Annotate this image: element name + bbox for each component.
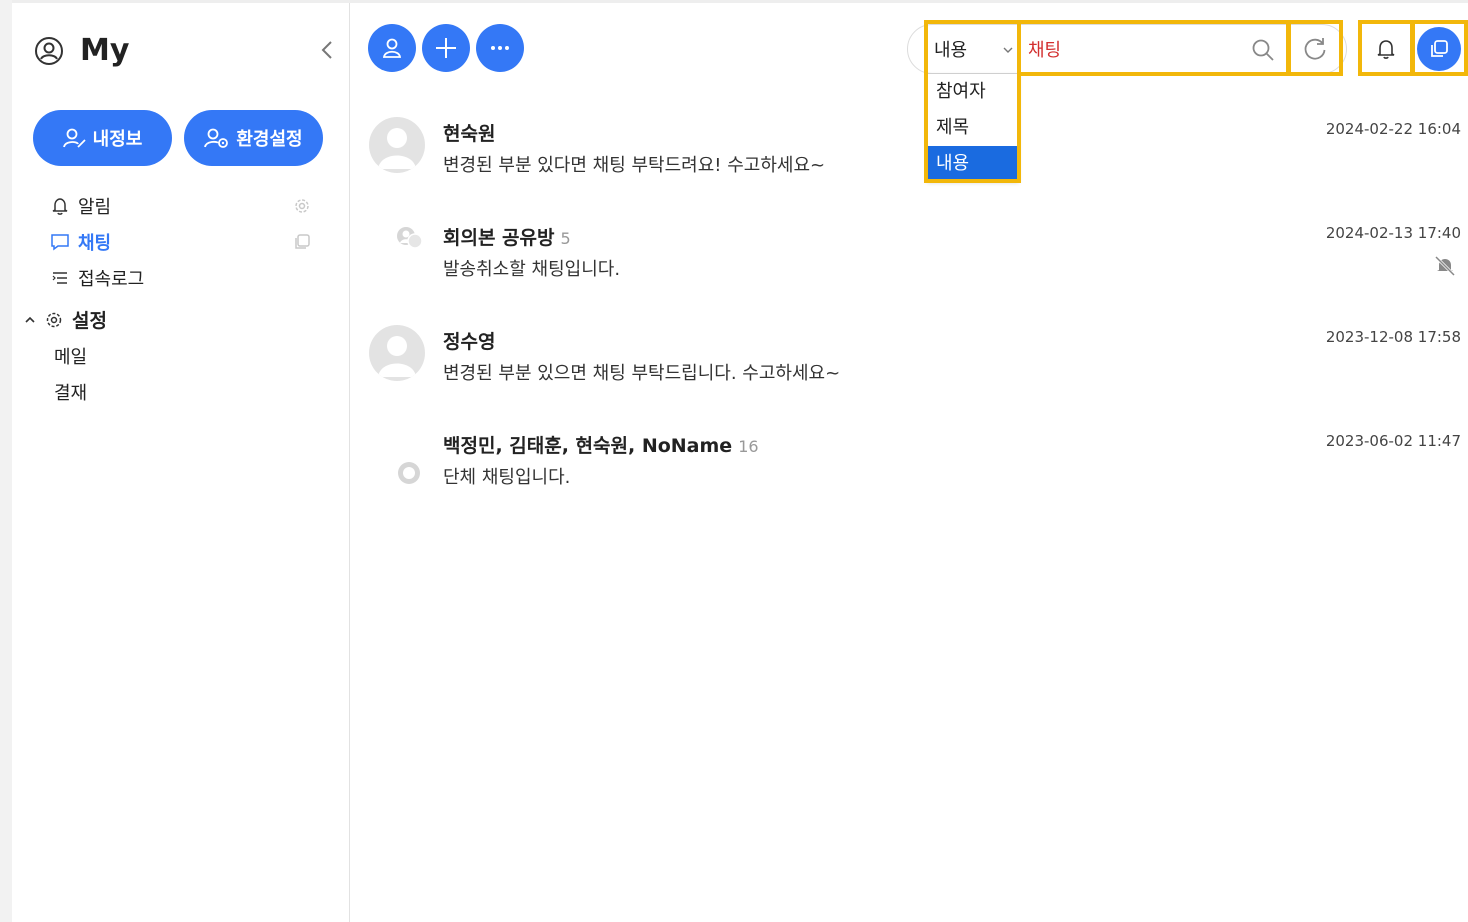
- gear-icon: [46, 312, 62, 327]
- my-info-label: 내정보: [92, 129, 143, 150]
- sidebar-item-label: 접속로그: [78, 269, 145, 290]
- user-circle-icon: [35, 36, 63, 65]
- chat-timestamp: 2023-12-08 17:58: [1325, 328, 1461, 346]
- highlight-new-chat: [1411, 20, 1468, 76]
- chat-name: 백정민, 김태훈, 현숙원, NoName 16: [443, 435, 759, 457]
- sidebar-item-chat[interactable]: 채팅: [50, 229, 111, 255]
- chat-last-message: 변경된 부분 있다면 채팅 부탁드려요! 수고하세요~: [443, 155, 826, 176]
- person-avatar-icon: [378, 336, 416, 377]
- chat-list-item[interactable]: 현숙원 변경된 부분 있다면 채팅 부탁드려요! 수고하세요~ 2024-02-…: [351, 103, 1468, 207]
- chat-list-item[interactable]: 회의본 공유방 5 발송취소할 채팅입니다. 2024-02-13 17:40: [351, 207, 1468, 311]
- contacts-button[interactable]: [368, 24, 416, 72]
- settings-group-toggle[interactable]: 설정: [24, 306, 107, 333]
- app-window: My 내정보 환경설정 알림 채팅 접속로그 설정 메일 결재 내용 채팅 참여…: [0, 0, 1468, 922]
- member-count: 16: [738, 437, 759, 456]
- sidebar-item-approval[interactable]: 결재: [54, 379, 87, 405]
- chat-name: 정수영: [443, 331, 496, 353]
- person-icon: [382, 38, 402, 58]
- highlight-search-input: [1017, 20, 1290, 76]
- gear-icon[interactable]: [292, 196, 312, 216]
- chat-panel: 내용 채팅 참여자 제목 내용 현숙원 변경된 부분 있다면 채팅 부탁드려요!…: [351, 3, 1468, 922]
- sidebar-item-mail[interactable]: 메일: [54, 343, 87, 369]
- add-button[interactable]: [422, 24, 470, 72]
- highlight-bell: [1358, 20, 1414, 76]
- list-icon: [52, 272, 67, 284]
- chat-icon: [51, 234, 69, 251]
- sidebar-item-label: 채팅: [78, 233, 112, 254]
- more-button[interactable]: [476, 24, 524, 72]
- chat-list-item[interactable]: 백정민, 김태훈, 현숙원, NoName 16 단체 채팅입니다. 2023-0…: [351, 415, 1468, 519]
- chat-timestamp: 2024-02-22 16:04: [1325, 120, 1461, 138]
- chat-last-message: 발송취소할 채팅입니다.: [443, 259, 621, 280]
- group-avatar-icon: [397, 227, 423, 249]
- notification-off-icon: [1434, 255, 1456, 277]
- more-icon: [491, 46, 509, 50]
- sidebar-item-label: 알림: [78, 197, 112, 218]
- preferences-label: 환경설정: [236, 129, 303, 150]
- highlight-refresh: [1287, 20, 1343, 76]
- avatar: [369, 325, 425, 381]
- settings-group-label: 설정: [72, 310, 107, 332]
- sidebar-header: My: [34, 33, 129, 68]
- member-count: 5: [560, 229, 571, 248]
- user-edit-icon: [62, 128, 86, 148]
- chat-last-message: 단체 채팅입니다.: [443, 467, 571, 488]
- chat-last-message: 변경된 부분 있으면 채팅 부탁드립니다. 수고하세요~: [443, 363, 841, 384]
- chat-timestamp: 2023-06-02 11:47: [1325, 432, 1461, 450]
- collapse-sidebar-icon[interactable]: [317, 38, 337, 62]
- person-avatar-icon: [378, 128, 416, 169]
- avatar: [369, 117, 425, 173]
- preferences-button[interactable]: 환경설정: [184, 110, 323, 166]
- chat-timestamp: 2024-02-13 17:40: [1325, 224, 1461, 242]
- new-window-icon[interactable]: [292, 232, 312, 252]
- left-rail: [0, 0, 12, 922]
- sidebar-item-notifications[interactable]: 알림: [50, 193, 111, 219]
- bell-icon: [52, 198, 68, 215]
- chat-name: 현숙원: [443, 123, 496, 145]
- sidebar: My 내정보 환경설정 알림 채팅 접속로그 설정 메일 결재: [12, 3, 350, 922]
- plus-icon: [436, 38, 456, 58]
- chevron-up-icon: [25, 316, 35, 323]
- chat-name: 회의본 공유방 5: [443, 227, 571, 249]
- group-avatar-icon: [398, 462, 420, 484]
- my-info-button[interactable]: 내정보: [33, 110, 172, 166]
- chat-list-item[interactable]: 정수영 변경된 부분 있으면 채팅 부탁드립니다. 수고하세요~ 2023-12…: [351, 311, 1468, 415]
- sidebar-title: My: [80, 33, 130, 68]
- sidebar-item-access-log[interactable]: 접속로그: [50, 265, 144, 291]
- user-settings-icon: [204, 128, 229, 148]
